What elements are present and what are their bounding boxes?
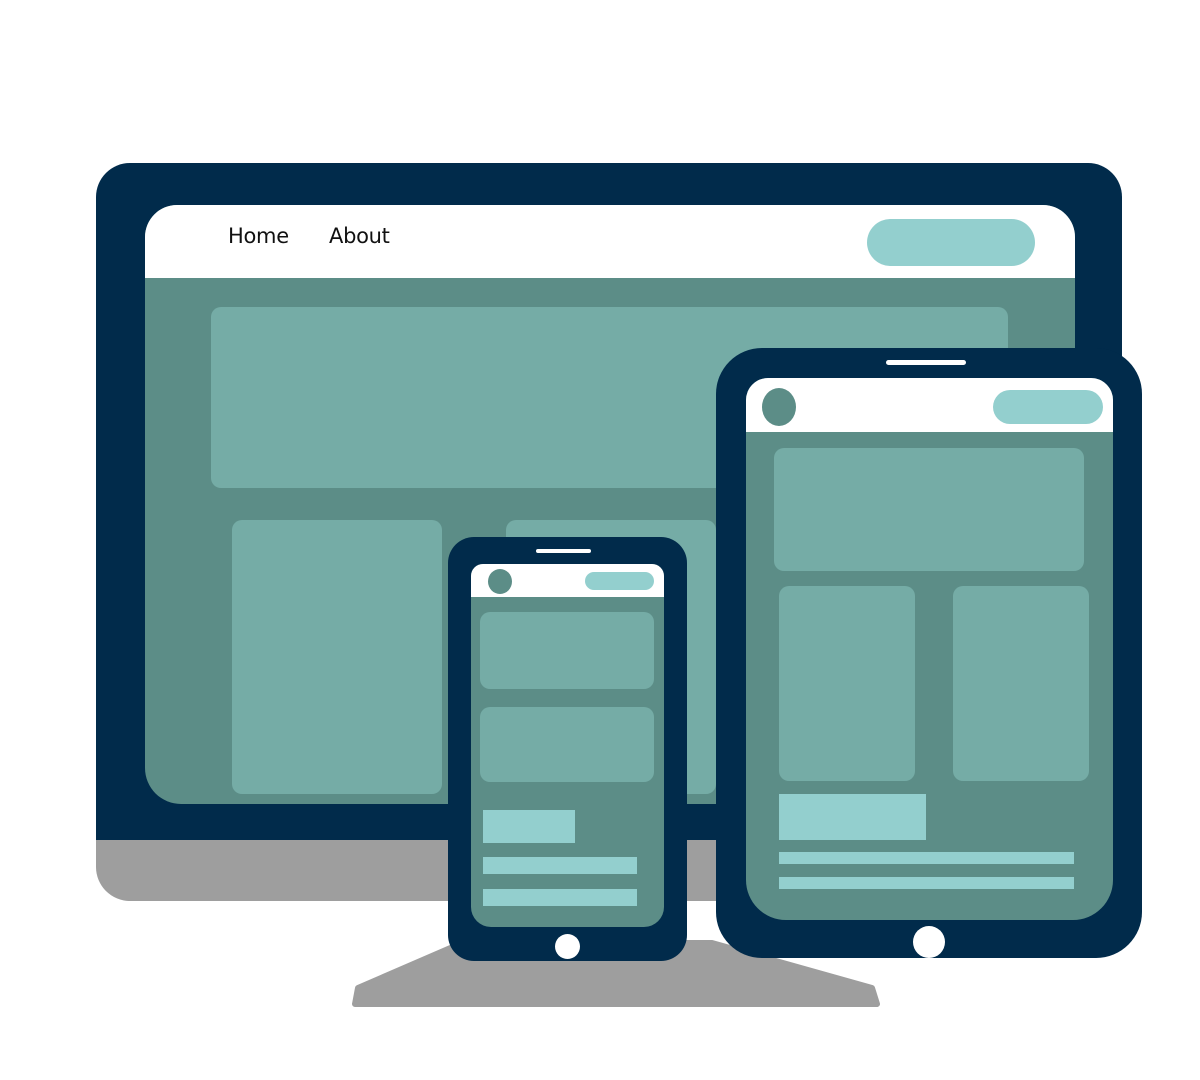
phone-card [480,612,654,689]
phone-header-button[interactable] [585,572,654,590]
nav-about[interactable]: About [329,224,390,248]
desktop-card [232,520,442,794]
phone-card [480,707,654,782]
tablet-home-button[interactable] [913,926,945,958]
phone-text-line [483,889,637,906]
nav-home[interactable]: Home [228,224,289,248]
tablet-card [779,586,915,781]
phone-text-line [483,857,637,874]
tablet-hero-card [774,448,1084,571]
phone-button[interactable] [483,810,575,843]
tablet-header-button[interactable] [993,390,1103,424]
desktop-header-button[interactable] [867,219,1035,266]
tablet-text-line [779,877,1074,889]
tablet-speaker [886,360,966,365]
tablet-text-line [779,852,1074,864]
phone-avatar [488,569,512,594]
tablet-card [953,586,1089,781]
tablet-avatar [762,388,796,426]
tablet-button[interactable] [779,794,926,840]
phone-speaker [536,549,591,553]
phone-home-button[interactable] [555,934,580,959]
